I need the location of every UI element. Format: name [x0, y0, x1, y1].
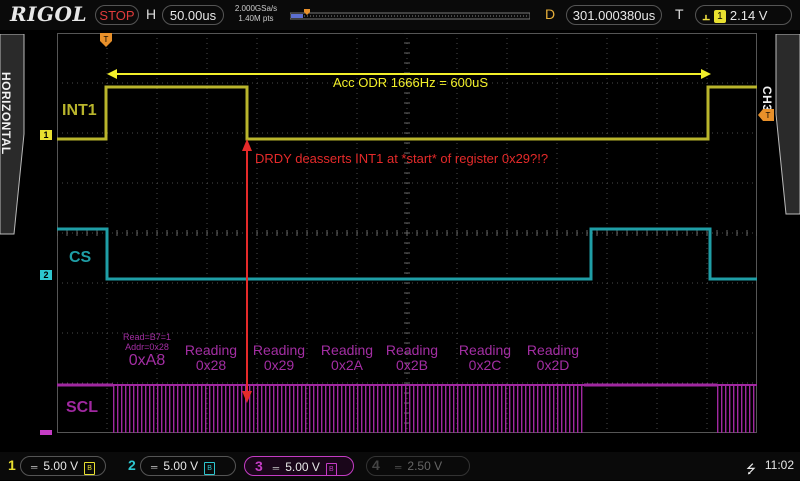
dc-coupling-icon: ═ — [31, 462, 38, 472]
trigger-settings[interactable]: ⫠ 1 2.14 V — [695, 5, 792, 25]
scl-label: SCL — [66, 399, 98, 416]
channel-status-bar: 1 ═ 5.00 VB 2 ═ 5.00 VB 3 ═ 5.00 VB 4 ═ 2.50 … — [0, 452, 800, 480]
usb-icon: ⭍ — [746, 462, 756, 476]
decode-label-bottom: 0x2A — [331, 357, 363, 373]
decode-label-bottom: 0x29 — [263, 357, 295, 373]
decode-label-top: Reading — [320, 342, 374, 358]
decode-label-top: Reading — [385, 342, 439, 358]
decode-first-value: 0xA8 — [128, 352, 166, 369]
decode-label-bottom: 0x2B — [396, 357, 428, 373]
decode-label-top: Reading — [526, 342, 580, 358]
ch3-side-tab[interactable]: CH3 — [760, 33, 800, 454]
dc-coupling-icon: ═ — [395, 462, 402, 472]
memory-position-indicator[interactable] — [290, 9, 530, 21]
ch2-scale: 5.00 V — [163, 459, 199, 473]
bandwidth-limit-icon: B — [325, 463, 337, 476]
dc-coupling-icon: ═ — [272, 463, 280, 473]
waveform-grid[interactable]: T INT1 CS SCL Acc ODR 1666Hz = 600uS DRD… — [56, 32, 758, 434]
decode-label-0x2a: Reading 0x2A — [313, 343, 381, 373]
decode-label-top: Reading — [458, 342, 512, 358]
ch3-scale: 5.00 V — [285, 460, 320, 474]
bandwidth-limit-icon: B — [204, 462, 216, 475]
trigger-level-value: 2.14 V — [729, 8, 768, 23]
ch4-scale: 2.50 V — [407, 459, 443, 473]
cs-label: CS — [69, 249, 92, 266]
ch2-scale-box[interactable]: ═ 5.00 V B — [140, 456, 236, 476]
decode-label-0x2d: Reading 0x2D — [519, 343, 587, 373]
ch2-offset-marker[interactable]: 2 — [40, 270, 52, 280]
ch3-number: 3 — [255, 458, 263, 474]
waveform-canvas: T — [56, 32, 758, 434]
bandwidth-limit-icon: B — [84, 462, 96, 475]
system-clock: 11:02 — [764, 458, 794, 472]
trigger-position-marker-icon — [304, 9, 310, 15]
brand-logo: RIGOL — [10, 2, 88, 26]
decode-label-bottom: 0x2C — [468, 357, 502, 373]
scl-burst-2 — [717, 386, 757, 433]
decode-first-line2: Addr=0x28 — [125, 342, 169, 352]
sample-rate: 2.000GSa/s — [234, 4, 278, 13]
ch1-scale-box[interactable]: ═ 5.00 V B — [20, 456, 106, 476]
decode-label-bottom: 0x28 — [195, 357, 227, 373]
ch1-scale: 5.00 V — [43, 459, 79, 473]
svg-text:T: T — [766, 111, 771, 120]
horizontal-label: H — [146, 6, 157, 22]
delay-label: D — [545, 6, 556, 22]
decode-label-bottom: 0x2D — [536, 357, 570, 373]
ch4-scale-box-disabled[interactable]: ═ 2.50 V — [366, 456, 470, 476]
acquisition-info: 2.000GSa/s 1.40M pts — [228, 4, 284, 24]
decode-label-top: Reading — [184, 342, 238, 358]
top-status-bar: RIGOL STOP H 50.00us 2.000GSa/s 1.40M pt… — [0, 0, 800, 30]
trigger-level-marker-icon[interactable]: T — [758, 109, 774, 121]
scl-burst — [113, 386, 585, 433]
run-stop-status[interactable]: STOP — [95, 5, 139, 25]
drdy-annotation: DRDY deasserts INT1 at *start* of regist… — [255, 151, 549, 166]
decode-label-top: Reading — [252, 342, 306, 358]
trigger-source-badge: 1 — [713, 10, 726, 23]
decode-first-byte: Read=B7=1 Addr=0x28 0xA8 — [107, 332, 187, 370]
decode-label-0x2c: Reading 0x2C — [451, 343, 519, 373]
decode-label-0x2b: Reading 0x2B — [378, 343, 446, 373]
svg-text:T: T — [104, 35, 109, 44]
ch1-number[interactable]: 1 — [8, 457, 16, 473]
timebase-value[interactable]: 50.00us — [162, 5, 224, 25]
decode-first-line1: Read=B7=1 — [122, 332, 172, 342]
decode-label-0x29: Reading 0x29 — [245, 343, 313, 373]
side-tab-shape — [775, 33, 800, 215]
dc-coupling-icon: ═ — [151, 462, 158, 472]
horizontal-label-vertical: HORIZONTAL — [0, 72, 13, 155]
trigger-label: T — [675, 6, 684, 22]
ch1-offset-marker[interactable]: 1 — [40, 130, 52, 140]
horizontal-delay-value[interactable]: 301.000380us — [566, 5, 662, 25]
int1-label: INT1 — [62, 102, 97, 119]
horizontal-side-tab[interactable]: HORIZONTAL — [0, 33, 26, 454]
ch3-scale-box-selected[interactable]: 3 ═ 5.00 V B — [244, 456, 354, 476]
decode-label-0x28: Reading 0x28 — [177, 343, 245, 373]
ch3-offset-marker[interactable] — [40, 430, 52, 435]
ch2-number[interactable]: 2 — [128, 457, 136, 473]
memory-depth: 1.40M pts — [238, 14, 274, 23]
rising-edge-icon: ⫠ — [702, 8, 710, 23]
odr-annotation: Acc ODR 1666Hz = 600uS — [333, 75, 488, 90]
ch3-label-vertical: CH3 — [760, 86, 775, 112]
